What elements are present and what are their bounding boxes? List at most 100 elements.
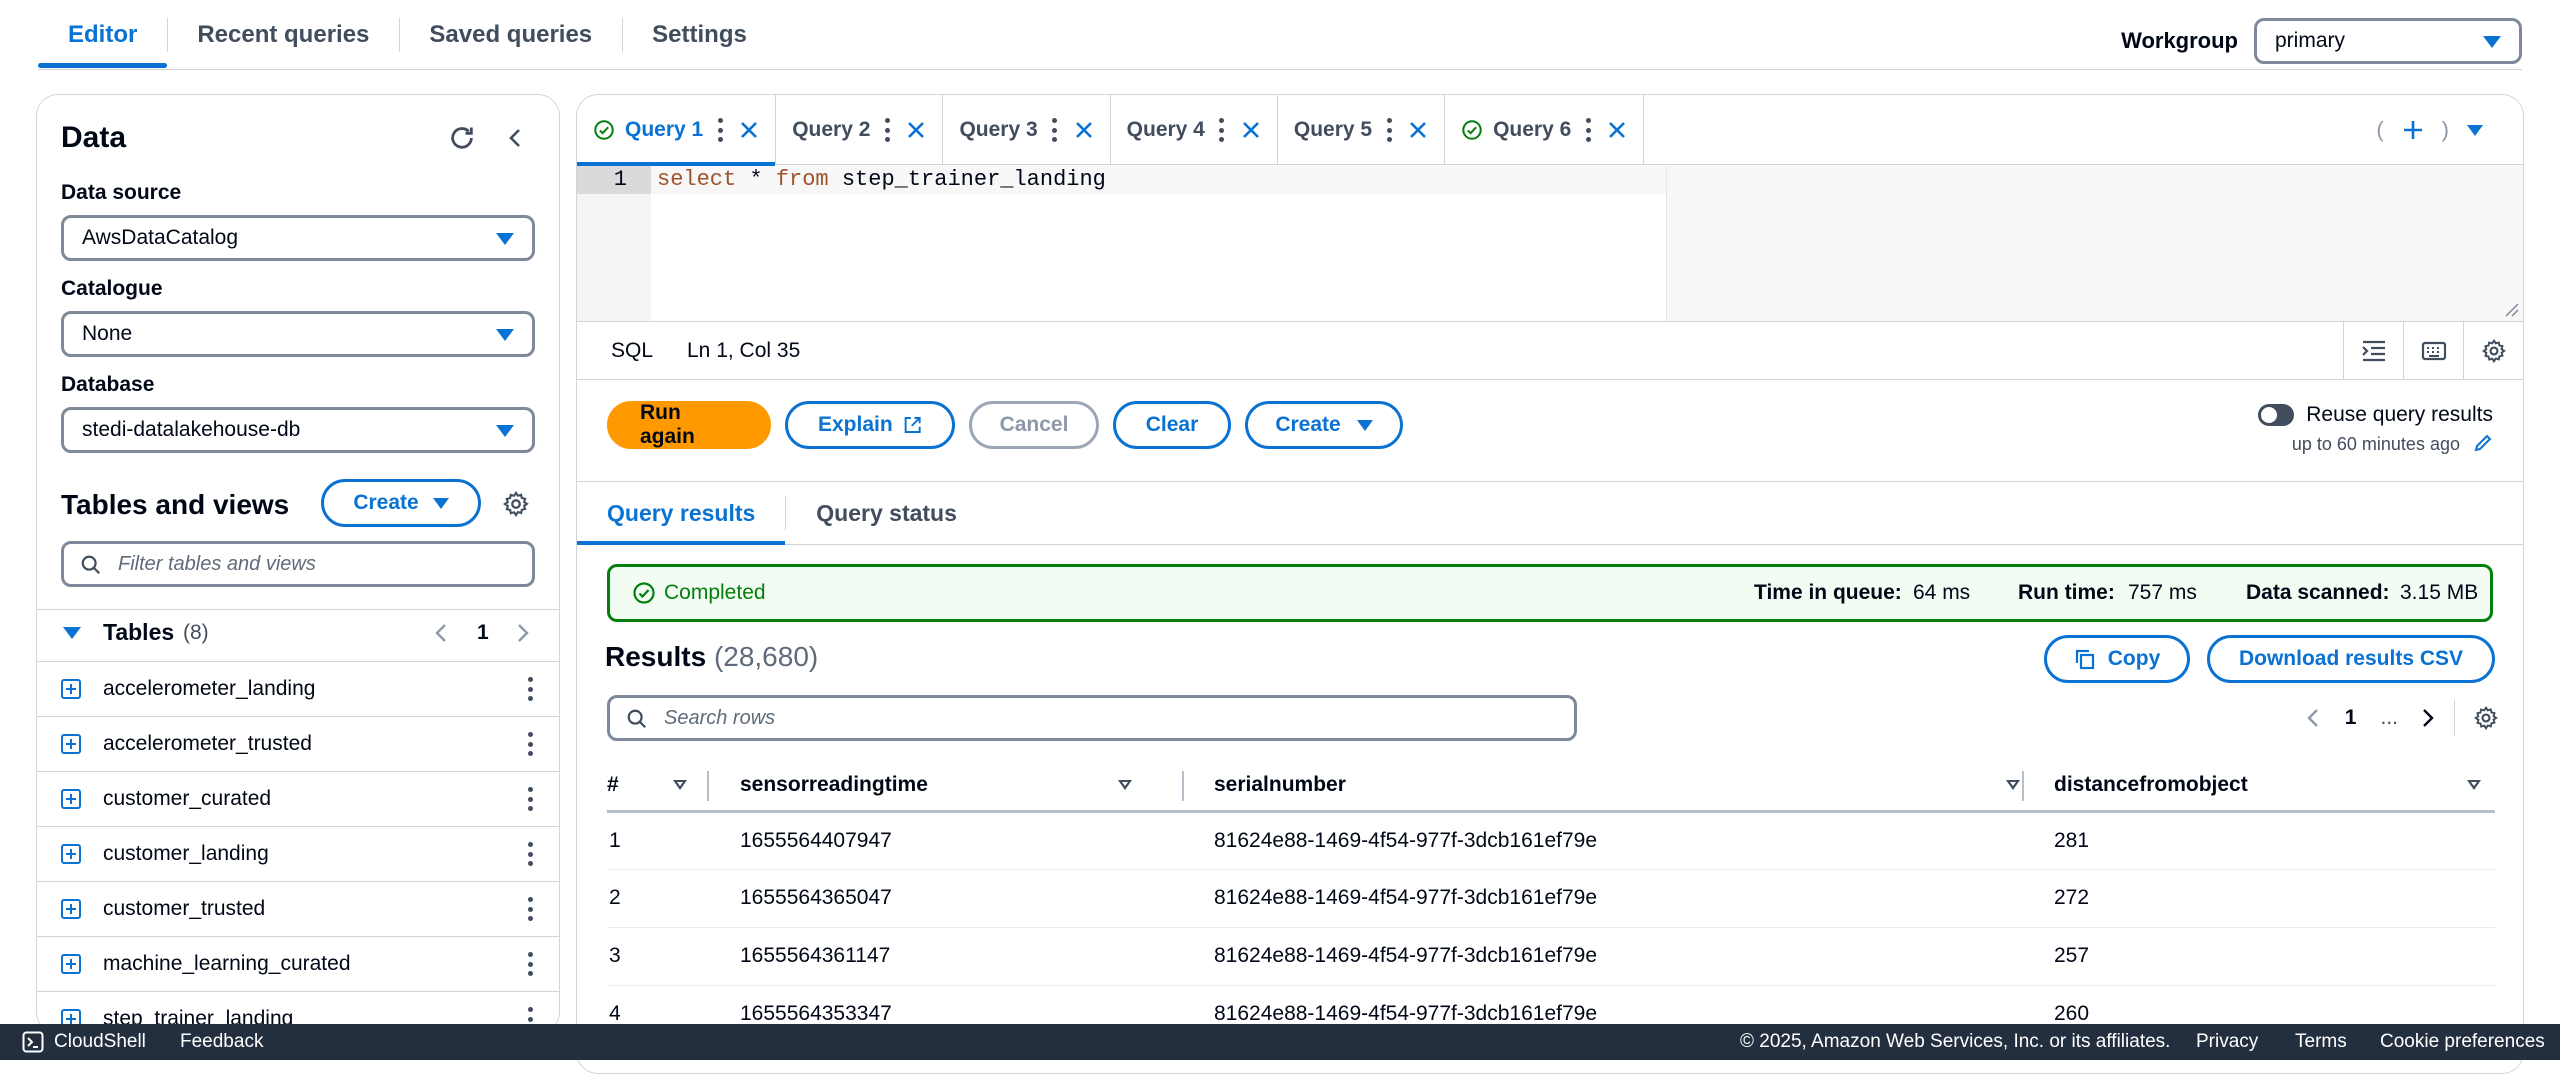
chevron-right-icon[interactable] — [2420, 707, 2436, 729]
cookie-preferences-link[interactable]: Cookie preferences — [2380, 1031, 2545, 1053]
close-tab-icon[interactable] — [739, 120, 759, 140]
format-icon[interactable] — [2343, 322, 2403, 379]
sort-icon[interactable] — [1118, 780, 1132, 790]
clear-button[interactable]: Clear — [1113, 401, 1231, 449]
chevron-left-icon[interactable] — [433, 622, 449, 644]
database-select[interactable]: stedi-datalakehouse-db — [61, 407, 535, 453]
table-list-item[interactable]: customer_landing — [37, 826, 559, 881]
close-tab-icon[interactable] — [1074, 120, 1094, 140]
add-query-icon[interactable] — [2402, 119, 2424, 141]
search-rows-input[interactable]: Search rows — [607, 695, 1577, 741]
tab-query-results[interactable]: Query results — [577, 482, 786, 545]
tab-actions-icon[interactable] — [1585, 118, 1591, 142]
more-actions-icon[interactable] — [527, 842, 533, 866]
column-resizer[interactable] — [1182, 771, 1184, 801]
filter-tables-input[interactable]: Filter tables and views — [61, 541, 535, 587]
chevron-right-icon[interactable] — [515, 622, 531, 644]
feedback-link[interactable]: Feedback — [180, 1031, 263, 1053]
sql-editor[interactable]: 1 select * from step_trainer_landing — [577, 166, 2523, 321]
create-table-button[interactable]: Create — [321, 479, 481, 527]
column-header-serialnumber[interactable]: serialnumber — [1214, 761, 2054, 813]
expand-plus-icon[interactable] — [61, 844, 81, 864]
table-list-item[interactable]: accelerometer_trusted — [37, 716, 559, 771]
tab-actions-icon[interactable] — [717, 118, 723, 142]
query-tab-5[interactable]: Query 5 — [1278, 95, 1446, 165]
download-csv-button[interactable]: Download results CSV — [2207, 635, 2495, 683]
table-list-item[interactable]: accelerometer_landing — [37, 661, 559, 716]
tab-query-status[interactable]: Query status — [786, 482, 987, 544]
tabs-menu-caret-icon[interactable] — [2467, 124, 2483, 136]
results-page[interactable]: 1 — [2345, 706, 2357, 730]
column-header-index[interactable]: # — [607, 761, 740, 813]
more-actions-icon[interactable] — [527, 787, 533, 811]
more-actions-icon[interactable] — [527, 732, 533, 756]
reuse-toggle[interactable] — [2258, 404, 2295, 427]
privacy-link[interactable]: Privacy — [2196, 1031, 2258, 1053]
sort-icon[interactable] — [673, 780, 687, 790]
close-tab-icon[interactable] — [1241, 120, 1261, 140]
table-name[interactable]: customer_curated — [103, 787, 271, 811]
table-name[interactable]: machine_learning_curated — [103, 952, 351, 976]
collapse-panel-icon[interactable] — [499, 121, 533, 155]
table-name[interactable]: accelerometer_landing — [103, 677, 315, 701]
tab-editor[interactable]: Editor — [38, 0, 168, 70]
refresh-icon[interactable] — [445, 121, 479, 155]
terms-link[interactable]: Terms — [2295, 1031, 2347, 1053]
resize-handle-icon[interactable] — [2503, 301, 2519, 317]
table-list-item[interactable]: customer_trusted — [37, 881, 559, 936]
query-tab-4[interactable]: Query 4 — [1111, 95, 1278, 165]
table-list-item[interactable]: machine_learning_curated — [37, 936, 559, 991]
sort-icon[interactable] — [2006, 780, 2020, 790]
tab-settings[interactable]: Settings — [622, 0, 777, 70]
table-name[interactable]: customer_trusted — [103, 897, 265, 921]
column-header-distancefromobject[interactable]: distancefromobject — [2054, 761, 2495, 813]
query-tab-3[interactable]: Query 3 — [943, 95, 1111, 165]
expand-plus-icon[interactable] — [61, 679, 81, 699]
sort-icon[interactable] — [2467, 780, 2481, 790]
create-button[interactable]: Create — [1245, 401, 1403, 449]
more-actions-icon[interactable] — [527, 952, 533, 976]
scroll-right-icon[interactable]: ) — [2442, 117, 2449, 143]
expand-plus-icon[interactable] — [61, 954, 81, 974]
scroll-left-icon[interactable]: ( — [2376, 117, 2383, 143]
cancel-button[interactable]: Cancel — [969, 401, 1099, 449]
gear-icon[interactable] — [499, 487, 533, 521]
tab-actions-icon[interactable] — [1052, 118, 1058, 142]
keyboard-icon[interactable] — [2403, 322, 2463, 379]
tab-recent-queries[interactable]: Recent queries — [167, 0, 399, 70]
code-line[interactable]: select * from step_trainer_landing — [651, 166, 2523, 194]
expand-plus-icon[interactable] — [61, 899, 81, 919]
tab-actions-icon[interactable] — [1219, 118, 1225, 142]
expand-plus-icon[interactable] — [61, 789, 81, 809]
query-tab-6[interactable]: Query 6 — [1445, 95, 1645, 165]
close-tab-icon[interactable] — [1607, 120, 1627, 140]
explain-button[interactable]: Explain — [785, 401, 955, 449]
copy-button[interactable]: Copy — [2044, 635, 2190, 683]
table-settings-icon[interactable] — [2473, 705, 2499, 731]
data-source-select[interactable]: AwsDataCatalog — [61, 215, 535, 261]
table-name[interactable]: accelerometer_trusted — [103, 732, 312, 756]
chevron-left-icon[interactable] — [2305, 707, 2321, 729]
column-header-sensorreadingtime[interactable]: sensorreadingtime — [740, 761, 1214, 813]
run-again-button[interactable]: Run again — [607, 401, 771, 449]
close-tab-icon[interactable] — [906, 120, 926, 140]
editor-settings-icon[interactable] — [2463, 322, 2523, 379]
close-tab-icon[interactable] — [1408, 120, 1428, 140]
more-actions-icon[interactable] — [527, 897, 533, 921]
tab-actions-icon[interactable] — [884, 118, 890, 142]
query-tab-1[interactable]: Query 1 — [577, 95, 777, 166]
tab-actions-icon[interactable] — [1386, 118, 1392, 142]
more-actions-icon[interactable] — [527, 677, 533, 701]
column-resizer[interactable] — [2022, 771, 2024, 801]
workgroup-select[interactable]: primary — [2254, 18, 2522, 64]
expand-plus-icon[interactable] — [61, 734, 81, 754]
table-list-item[interactable]: customer_curated — [37, 771, 559, 826]
catalogue-select[interactable]: None — [61, 311, 535, 357]
cloudshell-link[interactable]: CloudShell — [54, 1031, 146, 1053]
table-name[interactable]: customer_landing — [103, 842, 269, 866]
column-resizer[interactable] — [707, 771, 709, 801]
tab-saved-queries[interactable]: Saved queries — [399, 0, 622, 70]
query-tab-2[interactable]: Query 2 — [776, 95, 944, 165]
tables-section-header[interactable]: Tables (8) 1 — [37, 609, 559, 655]
expand-caret-icon[interactable] — [63, 626, 81, 639]
